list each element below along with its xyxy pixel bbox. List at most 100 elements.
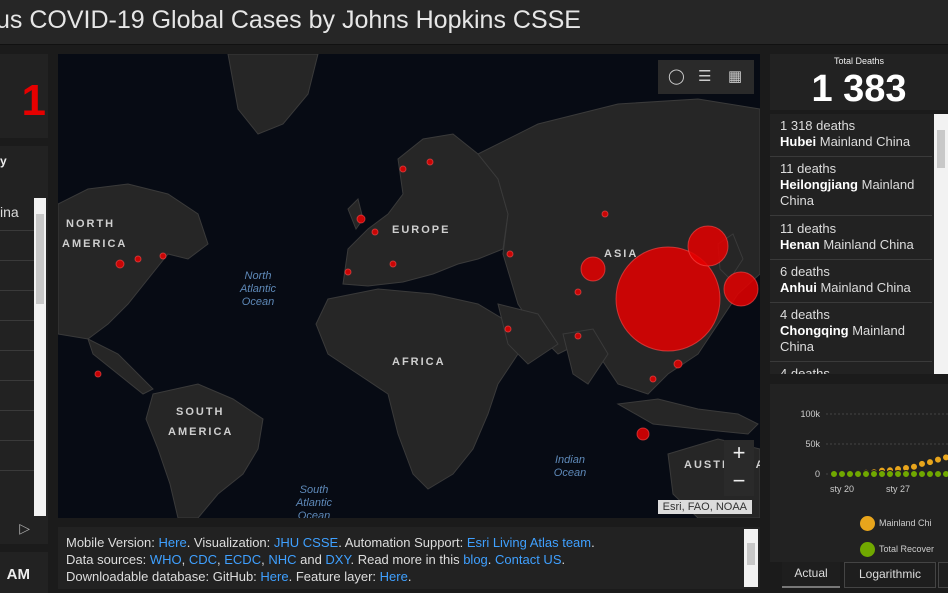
case-bubble[interactable]	[601, 210, 609, 218]
list-item[interactable]: 1 318 deaths Hubei Mainland China	[780, 118, 930, 150]
data-point[interactable]	[934, 455, 942, 464]
who-link[interactable]: WHO	[150, 552, 182, 567]
data-point[interactable]	[926, 470, 934, 478]
data-point[interactable]	[838, 470, 846, 478]
row-divider	[0, 320, 34, 321]
tab-logarithmic[interactable]: Logarithmic	[844, 562, 936, 588]
row-divider	[0, 230, 34, 231]
case-bubble[interactable]	[504, 325, 512, 333]
page-title: us COVID-19 Global Cases by Johns Hopkin…	[0, 6, 581, 34]
y-tick-label: 100k	[800, 409, 820, 419]
case-bubble[interactable]	[687, 225, 729, 267]
case-bubble[interactable]	[723, 271, 759, 307]
jhu-csse-link[interactable]: JHU CSSE	[274, 535, 338, 550]
greenland-landmass	[227, 54, 319, 135]
list-item[interactable]: 11 deaths Henan Mainland China	[780, 221, 930, 253]
nhc-link[interactable]: NHC	[268, 552, 296, 567]
row-divider	[770, 259, 932, 260]
data-point[interactable]	[910, 470, 918, 478]
last-updated-value: AM	[6, 566, 30, 583]
legend-item: Total Recover	[860, 542, 934, 557]
legend-item: Mainland Chi	[860, 516, 932, 531]
total-confirmed-value: 1	[21, 76, 46, 125]
map-attribution: Esri, FAO, NOAA	[657, 500, 752, 514]
list-icon[interactable]: ☰	[698, 67, 711, 85]
next-arrow-icon[interactable]: ▷	[19, 520, 30, 537]
case-bubble[interactable]	[389, 260, 397, 268]
row-divider	[770, 215, 932, 216]
data-point[interactable]	[902, 470, 910, 478]
case-bubble[interactable]	[356, 214, 366, 224]
data-point[interactable]	[918, 470, 926, 478]
qr-grid-icon[interactable]: ▦	[728, 67, 742, 85]
scrollbar-thumb[interactable]	[36, 214, 44, 304]
left-list-scrollbar[interactable]	[34, 198, 46, 516]
mobile-version-link[interactable]: Here	[159, 535, 187, 550]
tab-actual[interactable]: Actual	[782, 562, 840, 588]
cdc-link[interactable]: CDC	[189, 552, 217, 567]
contact-link[interactable]: Contact US	[495, 552, 561, 567]
list-item[interactable]: 11 deaths Heilongjiang Mainland China	[780, 161, 930, 209]
data-point[interactable]	[854, 470, 862, 478]
total-deaths-panel: Total Deaths 1 383	[770, 54, 948, 110]
case-bubble[interactable]	[673, 359, 683, 369]
data-point[interactable]	[862, 470, 870, 478]
case-bubble[interactable]	[371, 228, 379, 236]
list-item[interactable]: 6 deaths Anhui Mainland China	[780, 264, 930, 296]
africa-landmass	[315, 288, 519, 490]
data-point[interactable]	[846, 470, 854, 478]
case-bubble[interactable]	[636, 427, 650, 441]
row-divider	[0, 380, 34, 381]
deaths-list-scrollbar[interactable]	[934, 114, 948, 374]
case-bubble[interactable]	[574, 288, 582, 296]
case-bubble[interactable]	[506, 250, 514, 258]
case-bubble[interactable]	[159, 252, 167, 260]
scrollbar-thumb[interactable]	[747, 543, 755, 565]
info-scrollbar[interactable]	[744, 529, 758, 587]
case-bubble[interactable]	[399, 165, 407, 173]
y-tick-label: 50k	[805, 439, 820, 449]
data-point[interactable]	[934, 470, 942, 478]
north-america-landmass	[58, 183, 209, 340]
github-link[interactable]: Here	[260, 569, 288, 584]
ecdc-link[interactable]: ECDC	[224, 552, 261, 567]
data-point[interactable]	[878, 470, 886, 478]
blog-link[interactable]: blog	[463, 552, 488, 567]
total-deaths-label: Total Deaths	[833, 56, 885, 66]
list-item[interactable]: 4 deaths	[780, 366, 930, 374]
dxy-link[interactable]: DXY	[325, 552, 350, 567]
data-point[interactable]	[830, 470, 838, 478]
row-divider	[0, 410, 34, 411]
row-divider	[0, 260, 34, 261]
case-bubble[interactable]	[574, 332, 582, 340]
case-bubble[interactable]	[94, 370, 102, 378]
data-point[interactable]	[910, 462, 918, 471]
case-bubble[interactable]	[580, 256, 606, 282]
data-point[interactable]	[942, 470, 948, 478]
data-point[interactable]	[942, 453, 948, 462]
data-point[interactable]	[894, 470, 902, 478]
world-map[interactable]: NORTH AMERICA EUROPE ASIA AFRICA SOUTH A…	[58, 54, 760, 518]
case-bubble[interactable]	[426, 158, 434, 166]
list-item[interactable]: 4 deaths Chongqing Mainland China	[780, 307, 930, 355]
data-point[interactable]	[870, 470, 878, 478]
data-point[interactable]	[918, 459, 926, 468]
data-point[interactable]	[926, 458, 934, 467]
data-point[interactable]	[886, 470, 894, 478]
left-nav-bar: ▷	[0, 516, 48, 544]
zoom-in-button[interactable]: +	[724, 440, 754, 468]
scrollbar-thumb[interactable]	[937, 130, 945, 168]
zoom-out-button[interactable]: −	[724, 468, 754, 496]
row-divider	[0, 290, 34, 291]
list-item[interactable]: ina	[0, 204, 19, 220]
deaths-list: 1 318 deaths Hubei Mainland China 11 deat…	[770, 114, 948, 374]
case-bubble[interactable]	[649, 375, 657, 383]
ocean-label-north-atlantic: North Atlantic Ocean	[239, 270, 277, 308]
esri-link[interactable]: Esri Living Atlas team	[467, 535, 591, 550]
case-bubble[interactable]	[134, 255, 142, 263]
feature-layer-link[interactable]: Here	[380, 569, 408, 584]
case-bubble[interactable]	[115, 259, 125, 269]
case-bubble[interactable]	[344, 268, 352, 276]
tab-more[interactable]	[938, 562, 948, 588]
bookmark-icon[interactable]: ◯	[668, 67, 685, 85]
